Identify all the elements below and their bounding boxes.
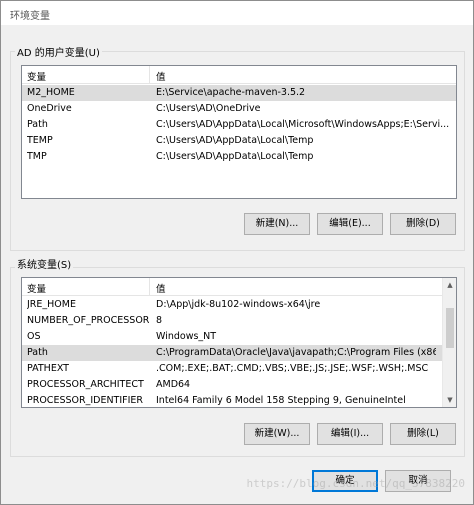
column-header-variable[interactable]: 变量	[27, 69, 46, 83]
table-row[interactable]: PATHEXT .COM;.EXE;.BAT;.CMD;.VBS;.VBE;.JS…	[22, 361, 456, 377]
window-title: 环境变量	[10, 11, 50, 22]
variable-value-cell: C:\Users\AD\OneDrive	[156, 103, 261, 114]
user-vars-list-header: 变量 值	[22, 66, 456, 84]
table-row[interactable]: TMP C:\Users\AD\AppData\Local\Temp	[22, 149, 456, 165]
system-vars-group-label: 系统变量(S)	[15, 256, 74, 271]
user-delete-button[interactable]: 删除(D)	[390, 213, 456, 235]
variable-value-cell: .COM;.EXE;.BAT;.CMD;.VBS;.VBE;.JS;.JSE;.…	[156, 363, 429, 374]
variable-name-cell: Path	[27, 119, 48, 130]
table-row[interactable]: OS Windows_NT	[22, 329, 456, 345]
system-edit-button[interactable]: 编辑(I)...	[317, 423, 383, 445]
environment-variables-dialog: 环境变量 AD 的用户变量(U) 变量 值 M2_HOME E:\Service\…	[0, 0, 474, 505]
variable-value-cell: C:\Users\AD\AppData\Local\Temp	[156, 151, 314, 162]
user-edit-button[interactable]: 编辑(E)...	[317, 213, 383, 235]
chevron-down-icon[interactable]: ▼	[443, 393, 456, 407]
column-header-variable[interactable]: 变量	[27, 281, 46, 295]
system-new-button[interactable]: 新建(W)...	[244, 423, 310, 445]
variable-value-cell: 8	[156, 315, 163, 326]
table-row[interactable]: OneDrive C:\Users\AD\OneDrive	[22, 101, 456, 117]
variable-name-cell: TEMP	[27, 135, 53, 146]
chevron-up-icon[interactable]: ▲	[443, 278, 456, 292]
table-row[interactable]: PROCESSOR_ARCHITECT AMD64	[22, 377, 456, 393]
variable-name-cell: OS	[27, 331, 41, 342]
variable-value-cell: E:\Service\apache-maven-3.5.2	[156, 87, 306, 98]
system-vars-list[interactable]: 变量 值 JRE_HOME D:\App\jdk-8u102-windows-x6…	[21, 277, 457, 408]
variable-value-cell: Intel64 Family 6 Model 158 Stepping 9, G…	[156, 395, 406, 406]
table-row[interactable]: NUMBER_OF_PROCESSORS 8	[22, 313, 456, 329]
variable-name-cell: PATHEXT	[27, 363, 69, 374]
system-delete-button[interactable]: 删除(L)	[390, 423, 456, 445]
system-vars-list-header: 变量 值	[22, 278, 456, 296]
column-separator[interactable]	[149, 66, 150, 84]
watermark: https://blog.csdn.net/qq_37838220	[246, 477, 465, 490]
table-row[interactable]: TEMP C:\Users\AD\AppData\Local\Temp	[22, 133, 456, 149]
variable-name-cell: OneDrive	[27, 103, 72, 114]
variable-name-cell: PROCESSOR_ARCHITECT	[27, 379, 144, 390]
title-bar[interactable]: 环境变量	[1, 1, 473, 25]
table-row[interactable]: Path C:\ProgramData\Oracle\Java\javapath;…	[22, 345, 456, 361]
user-new-button[interactable]: 新建(N)...	[244, 213, 310, 235]
table-row[interactable]: PROCESSOR_IDENTIFIER Intel64 Family 6 Mod…	[22, 393, 456, 407]
variable-value-cell: C:\Users\AD\AppData\Local\Microsoft\Wind…	[156, 119, 450, 130]
variable-name-cell: PROCESSOR_IDENTIFIER	[27, 395, 144, 406]
variable-name-cell: M2_HOME	[27, 87, 75, 98]
column-header-value[interactable]: 值	[156, 281, 166, 295]
column-header-value[interactable]: 值	[156, 69, 166, 83]
variable-value-cell: C:\Users\AD\AppData\Local\Temp	[156, 135, 314, 146]
system-vars-scrollbar[interactable]: ▲ ▼	[442, 278, 456, 407]
user-vars-list[interactable]: 变量 值 M2_HOME E:\Service\apache-maven-3.5.…	[21, 65, 457, 199]
variable-value-cell: D:\App\jdk-8u102-windows-x64\jre	[156, 299, 321, 310]
variable-name-cell: Path	[27, 347, 48, 358]
user-vars-group-label: AD 的用户变量(U)	[15, 44, 102, 59]
variable-name-cell: JRE_HOME	[27, 299, 76, 310]
table-row[interactable]: JRE_HOME D:\App\jdk-8u102-windows-x64\jre	[22, 297, 456, 313]
variable-name-cell: TMP	[27, 151, 47, 162]
variable-value-cell: Windows_NT	[156, 331, 217, 342]
variable-value-cell: C:\ProgramData\Oracle\Java\javapath;C:\P…	[156, 347, 436, 358]
table-row[interactable]: Path C:\Users\AD\AppData\Local\Microsoft\…	[22, 117, 456, 133]
variable-value-cell: AMD64	[156, 379, 191, 390]
column-separator[interactable]	[149, 278, 150, 296]
table-row[interactable]: M2_HOME E:\Service\apache-maven-3.5.2	[22, 85, 456, 101]
scrollbar-thumb[interactable]	[446, 308, 454, 348]
variable-name-cell: NUMBER_OF_PROCESSORS	[27, 315, 149, 326]
